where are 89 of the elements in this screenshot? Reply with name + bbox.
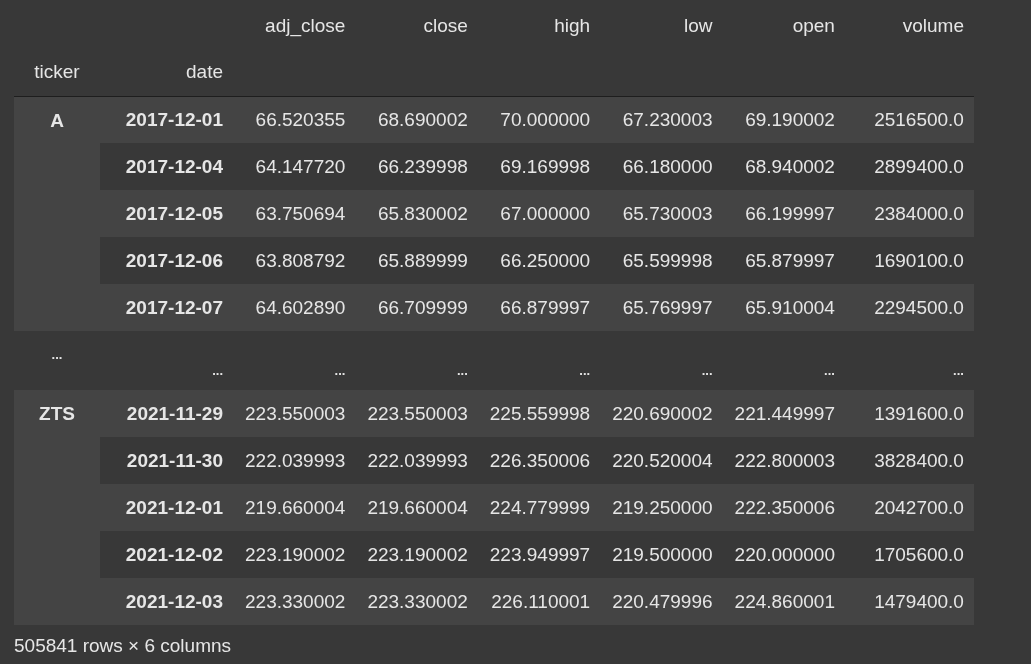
table-cell: 2899400.0 — [874, 155, 964, 177]
table-cell: 219.500000 — [612, 543, 713, 565]
table-cell: 220.479996 — [612, 590, 713, 612]
ellipsis-cell: ... — [824, 363, 835, 378]
table-cell: 2042700.0 — [874, 496, 964, 518]
table-cell: 65.730003 — [622, 202, 713, 224]
table-cell: 68.940002 — [745, 155, 835, 177]
table-cell: 63.750694 — [255, 202, 346, 224]
table-cell: 66.520355 — [255, 108, 346, 130]
table-cell: 66.199997 — [745, 202, 835, 224]
table-summary: 505841 rows × 6 columns — [14, 635, 232, 656]
table-cell: 1479400.0 — [874, 590, 964, 612]
column-header: adj_close — [265, 14, 346, 36]
table-cell: 3828400.0 — [874, 449, 964, 471]
table-cell: 66.239998 — [377, 155, 468, 177]
date-label: 2021-12-01 — [125, 496, 223, 518]
table-cell: 2516500.0 — [874, 108, 964, 130]
table-cell: 225.559998 — [489, 402, 591, 424]
table-cell: 223.949997 — [489, 543, 591, 565]
ellipsis-cell: ... — [212, 363, 223, 378]
ellipsis-cell: ... — [579, 363, 591, 378]
table-cell: 66.709999 — [377, 296, 468, 318]
date-label: 2017-12-05 — [125, 202, 223, 224]
table-cell: 223.330002 — [245, 590, 346, 612]
table-cell: 219.660004 — [245, 496, 346, 518]
table-cell: 64.147720 — [255, 155, 346, 177]
ellipsis-cell: ... — [701, 363, 713, 378]
date-label: 2017-12-06 — [125, 249, 223, 271]
date-label: 2017-12-07 — [125, 296, 223, 318]
ellipsis-cell: ... — [456, 363, 468, 378]
ellipsis-cell: ... — [51, 347, 63, 362]
index-name: date — [186, 61, 223, 83]
table-cell: 63.808792 — [255, 249, 346, 271]
table-cell: 224.860001 — [734, 590, 835, 612]
table-cell: 2294500.0 — [874, 296, 964, 318]
table-cell: 223.330002 — [367, 590, 468, 612]
table-cell: 222.039993 — [367, 449, 468, 471]
column-header: open — [792, 14, 835, 36]
table-cell: 67.230003 — [622, 108, 713, 130]
table-cell: 222.039993 — [245, 449, 346, 471]
column-header: low — [684, 14, 713, 36]
column-header: close — [423, 14, 468, 36]
table-cell: 65.769997 — [622, 296, 713, 318]
table-cell: 66.879997 — [500, 296, 591, 318]
table-cell: 219.660004 — [367, 496, 468, 518]
table-cell: 64.602890 — [255, 296, 346, 318]
table-cell: 68.690002 — [377, 108, 468, 130]
date-label: 2021-12-02 — [125, 543, 223, 565]
table-cell: 65.910004 — [745, 296, 835, 318]
table-cell: 65.879997 — [745, 249, 835, 271]
table-cell: 66.180000 — [622, 155, 713, 177]
date-label: 2021-12-03 — [125, 590, 223, 612]
table-cell: 226.110001 — [491, 590, 591, 612]
table-cell: 1690100.0 — [874, 249, 964, 271]
table-cell: 65.599998 — [622, 249, 713, 271]
index-label: ZTS — [39, 403, 75, 424]
table-cell: 69.190002 — [745, 108, 835, 130]
table-cell: 2384000.0 — [874, 202, 964, 224]
date-label: 2017-12-04 — [125, 155, 223, 177]
date-label: 2021-11-30 — [126, 449, 223, 471]
table-cell: 223.190002 — [245, 543, 346, 565]
table-cell: 69.169998 — [500, 155, 591, 177]
table-cell: 66.250000 — [500, 249, 591, 271]
table-cell: 226.350006 — [489, 449, 591, 471]
ellipsis-cell: ... — [953, 363, 964, 378]
table-cell: 224.779999 — [489, 496, 591, 518]
table-cell: 1391600.0 — [874, 402, 964, 424]
table-cell: 70.000000 — [500, 108, 591, 130]
table-cell: 221.449997 — [734, 402, 835, 424]
table-cell: 223.190002 — [367, 543, 468, 565]
table-cell: 220.520004 — [612, 449, 713, 471]
table-cell: 222.800003 — [734, 449, 835, 471]
table-cell: 223.550003 — [245, 402, 346, 424]
date-label: 2017-12-01 — [125, 108, 223, 130]
column-header: volume — [902, 14, 964, 36]
ellipsis-cell: ... — [334, 363, 346, 378]
column-header: high — [554, 14, 591, 36]
date-label: 2021-11-29 — [126, 402, 223, 424]
index-name: ticker — [34, 61, 80, 83]
table-cell: 1705600.0 — [874, 543, 964, 565]
table-cell: 223.550003 — [367, 402, 468, 424]
index-label: A — [50, 109, 64, 131]
table-cell: 65.889999 — [377, 249, 468, 271]
table-cell: 220.690002 — [612, 402, 713, 424]
table-cell: 65.830002 — [377, 202, 468, 224]
table-cell: 219.250000 — [612, 496, 713, 518]
table-cell: 222.350006 — [734, 496, 835, 518]
table-cell: 220.000000 — [734, 543, 835, 565]
table-cell: 67.000000 — [500, 202, 591, 224]
